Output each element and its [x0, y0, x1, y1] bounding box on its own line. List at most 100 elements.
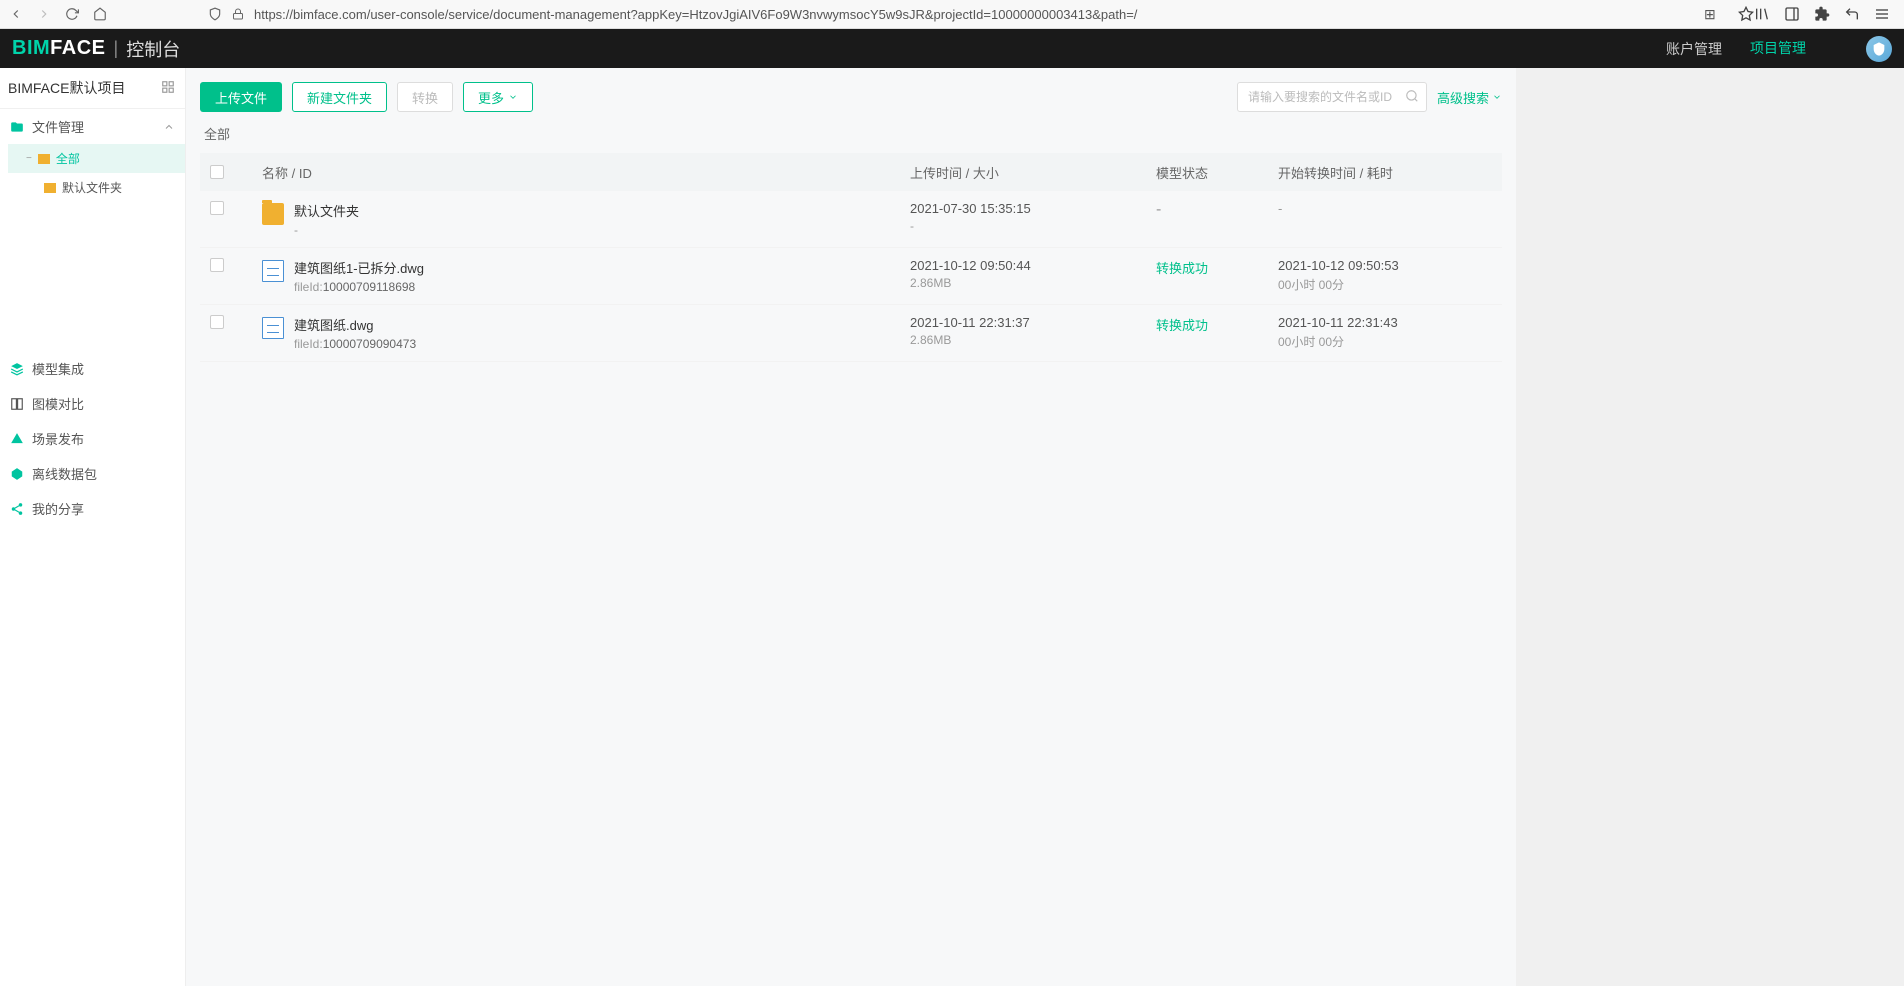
row-size: -: [910, 219, 1156, 233]
tree-label-default: 默认文件夹: [62, 179, 122, 196]
advanced-search-link[interactable]: 高级搜索: [1437, 88, 1502, 107]
logo-face: FACE: [50, 37, 105, 59]
url-text[interactable]: https://bimface.com/user-console/service…: [254, 7, 1694, 22]
toolbar: 上传文件 新建文件夹 转换 更多 高级搜索: [200, 82, 1502, 112]
folder-icon: [38, 154, 50, 164]
sidebar-item-file-mgmt[interactable]: 文件管理: [0, 109, 185, 144]
row-sub: -: [294, 223, 359, 237]
row-convert-dur: 00小时 00分: [1278, 333, 1492, 350]
home-button[interactable]: [92, 6, 108, 22]
package-icon: [10, 467, 24, 481]
sidebar-label: 场景发布: [32, 429, 84, 448]
th-name: 名称 / ID: [250, 163, 910, 182]
sidebar-label-file-mgmt: 文件管理: [32, 117, 84, 136]
row-name: 建筑图纸.dwg: [294, 315, 416, 334]
row-convert-start: -: [1278, 201, 1492, 216]
puzzle-icon[interactable]: [1814, 6, 1830, 22]
sidebar-label: 模型集成: [32, 359, 84, 378]
fileid-label: fileId:: [294, 337, 323, 351]
row-name: 建筑图纸1-已拆分.dwg: [294, 258, 424, 277]
row-checkbox[interactable]: [210, 258, 224, 272]
nav-account[interactable]: 账户管理: [1666, 29, 1722, 69]
breadcrumb[interactable]: 全部: [200, 124, 1502, 143]
tree-toggle-icon: −: [26, 153, 32, 164]
tree-item-default-folder[interactable]: 默认文件夹: [8, 173, 185, 202]
sidebar: BIMFACE默认项目 文件管理 − 全部 默认文件夹: [0, 68, 186, 986]
app-header: BIMFACE | 控制台 账户管理 项目管理: [0, 29, 1904, 68]
sidebar-label: 离线数据包: [32, 464, 97, 483]
row-time: 2021-10-12 09:50:44: [910, 258, 1156, 273]
undo-icon[interactable]: [1844, 6, 1860, 22]
row-size: 2.86MB: [910, 276, 1156, 290]
th-upload-time: 上传时间 / 大小: [910, 163, 1156, 182]
qr-icon[interactable]: ⊞: [1704, 6, 1720, 22]
publish-icon: [10, 432, 24, 446]
row-status: 转换成功: [1156, 261, 1208, 276]
fileid: 10000709090473: [323, 337, 416, 351]
nav-project[interactable]: 项目管理: [1750, 28, 1806, 70]
compare-icon: [10, 397, 24, 411]
project-name: BIMFACE默认项目: [8, 78, 125, 98]
select-all-checkbox[interactable]: [210, 165, 224, 179]
content-area: 上传文件 新建文件夹 转换 更多 高级搜索 全部 名称 / ID 上传时间 /: [186, 68, 1516, 986]
folder-icon: [44, 183, 56, 193]
row-status: 转换成功: [1156, 318, 1208, 333]
search-icon[interactable]: [1405, 89, 1419, 103]
menu-icon[interactable]: [1874, 6, 1890, 22]
sidebar-item-graph-compare[interactable]: 图模对比: [0, 386, 185, 421]
file-icon: [262, 260, 284, 282]
chevron-up-icon: [163, 121, 175, 133]
sidebar-icon[interactable]: [1784, 6, 1800, 22]
table-row[interactable]: 建筑图纸.dwg fileId:10000709090473 2021-10-1…: [200, 305, 1502, 362]
more-button[interactable]: 更多: [463, 82, 533, 112]
new-folder-button[interactable]: 新建文件夹: [292, 82, 387, 112]
search-input[interactable]: [1237, 82, 1427, 112]
table-row[interactable]: 建筑图纸1-已拆分.dwg fileId:10000709118698 2021…: [200, 248, 1502, 305]
sidebar-item-model-integration[interactable]: 模型集成: [0, 351, 185, 386]
sidebar-item-my-share[interactable]: 我的分享: [0, 491, 185, 526]
library-icon[interactable]: [1754, 6, 1770, 22]
back-button[interactable]: [8, 6, 24, 22]
folder-icon: [262, 203, 284, 225]
tree-item-all[interactable]: − 全部: [8, 144, 185, 173]
row-time: 2021-10-11 22:31:37: [910, 315, 1156, 330]
row-convert-start: 2021-10-11 22:31:43: [1278, 315, 1492, 330]
grid-icon[interactable]: [161, 80, 177, 96]
chevron-down-icon: [1492, 92, 1502, 102]
chevron-down-icon: [508, 92, 518, 102]
fileid-label: fileId:: [294, 280, 323, 294]
right-gutter: [1516, 68, 1904, 986]
upload-button[interactable]: 上传文件: [200, 82, 282, 112]
reload-button[interactable]: [64, 6, 80, 22]
star-icon[interactable]: [1738, 6, 1754, 22]
sidebar-item-offline-pack[interactable]: 离线数据包: [0, 456, 185, 491]
fileid: 10000709118698: [323, 280, 416, 294]
forward-button[interactable]: [36, 6, 52, 22]
row-checkbox[interactable]: [210, 201, 224, 215]
table-header: 名称 / ID 上传时间 / 大小 模型状态 开始转换时间 / 耗时: [200, 153, 1502, 191]
table-row[interactable]: 默认文件夹 - 2021-07-30 15:35:15 - - -: [200, 191, 1502, 248]
row-size: 2.86MB: [910, 333, 1156, 347]
logo-bim: BIM: [12, 37, 50, 59]
logo[interactable]: BIMFACE | 控制台: [12, 36, 180, 62]
browser-toolbar: https://bimface.com/user-console/service…: [0, 0, 1904, 29]
tree-label-all: 全部: [56, 150, 80, 167]
more-label: 更多: [478, 88, 504, 107]
avatar[interactable]: [1866, 36, 1892, 62]
sidebar-label: 图模对比: [32, 394, 84, 413]
file-icon: [262, 317, 284, 339]
th-convert-time: 开始转换时间 / 耗时: [1278, 163, 1492, 182]
logo-subtitle: 控制台: [126, 36, 180, 62]
file-table: 名称 / ID 上传时间 / 大小 模型状态 开始转换时间 / 耗时 默认文件夹…: [200, 153, 1502, 362]
convert-button: 转换: [397, 82, 453, 112]
sidebar-label: 我的分享: [32, 499, 84, 518]
folder-icon: [10, 120, 24, 134]
row-time: 2021-07-30 15:35:15: [910, 201, 1156, 216]
row-convert-start: 2021-10-12 09:50:53: [1278, 258, 1492, 273]
th-model-status: 模型状态: [1156, 163, 1278, 182]
row-checkbox[interactable]: [210, 315, 224, 329]
logo-divider: |: [114, 38, 119, 59]
row-convert-dur: 00小时 00分: [1278, 276, 1492, 293]
adv-search-label: 高级搜索: [1437, 88, 1489, 107]
sidebar-item-scene-publish[interactable]: 场景发布: [0, 421, 185, 456]
